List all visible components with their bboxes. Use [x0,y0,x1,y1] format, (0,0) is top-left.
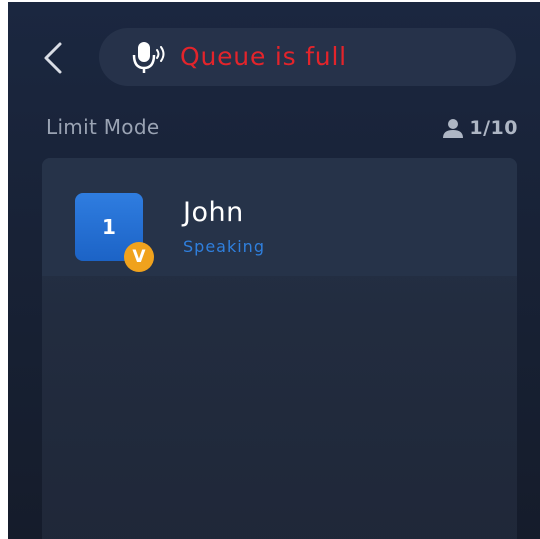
queue-status-banner: Queue is full [99,28,516,86]
participant-count-text: 1/10 [469,117,518,139]
mode-label: Limit Mode [46,115,160,139]
list-item[interactable]: 1 V John Speaking [42,158,517,276]
avatar: 1 V [75,193,154,272]
vip-badge: V [124,242,154,272]
member-status: Speaking [183,237,265,256]
member-name: John [183,197,244,228]
speaker-list: 1 V John Speaking [42,158,517,539]
speaking-queue-screen: Queue is full Limit Mode 1/10 1 V John S… [8,2,540,539]
microphone-speaking-icon [132,42,165,73]
participant-count: 1/10 [443,115,518,141]
queue-position: 1 [102,215,116,239]
back-button[interactable] [40,38,66,78]
queue-status-text: Queue is full [180,42,347,71]
person-icon [443,119,464,138]
chevron-left-icon [44,42,62,74]
